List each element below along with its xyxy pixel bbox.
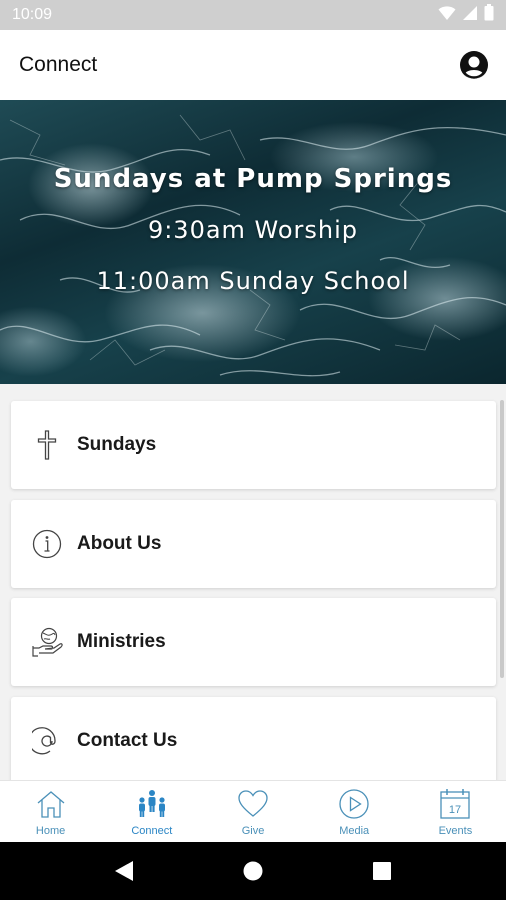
menu-item-sundays[interactable]: Sundays (11, 401, 496, 489)
at-sign-icon (31, 725, 63, 757)
profile-button[interactable] (458, 49, 490, 81)
calendar-icon: 17 (438, 787, 472, 821)
back-triangle-icon (115, 861, 134, 881)
tab-label: Connect (131, 825, 173, 837)
scrollbar[interactable] (500, 400, 504, 678)
menu-item-label: Sundays (77, 434, 157, 455)
menu-item-label: About Us (77, 533, 162, 554)
hand-globe-icon (31, 626, 63, 658)
tab-give[interactable]: Give (202, 781, 303, 842)
tab-events[interactable]: 17 Events (405, 781, 506, 842)
menu-list: Sundays About Us Ministries Contact Us (0, 384, 506, 780)
people-icon (135, 787, 169, 821)
cross-icon (31, 429, 63, 461)
menu-item-ministries[interactable]: Ministries (11, 598, 496, 686)
tab-label: Events (438, 825, 473, 837)
recents-button[interactable] (362, 851, 402, 891)
tab-home[interactable]: Home (0, 781, 101, 842)
calendar-date: 17 (449, 804, 461, 816)
menu-item-label: Contact Us (77, 730, 178, 751)
home-circle-icon (243, 861, 263, 881)
home-icon (34, 787, 68, 821)
tab-media[interactable]: Media (304, 781, 405, 842)
hero-sunday-school-time: 11:00am Sunday School (96, 267, 410, 295)
hero-title: Sundays at Pump Springs (53, 164, 453, 194)
info-icon (31, 528, 63, 560)
status-time: 10:09 (12, 6, 53, 23)
battery-icon (484, 4, 494, 26)
play-icon (337, 787, 371, 821)
screen: 10:09 Connect Sundays at Pump Springs 9:… (0, 0, 506, 900)
system-nav-bar (0, 842, 506, 900)
user-icon (460, 51, 488, 80)
status-icons (438, 4, 494, 26)
bottom-tab-bar: Home Connect Give Media 17 Events (0, 780, 506, 842)
signal-icon (462, 5, 478, 26)
tab-label: Home (35, 825, 66, 837)
menu-item-contact-us[interactable]: Contact Us (11, 697, 496, 780)
hero-worship-time: 9:30am Worship (147, 216, 359, 244)
tab-label: Give (241, 825, 265, 837)
page-title: Connect (19, 53, 98, 76)
hero-banner[interactable]: Sundays at Pump Springs 9:30am Worship 1… (0, 100, 506, 384)
heart-icon (236, 787, 270, 821)
home-button[interactable] (233, 851, 273, 891)
recents-square-icon (372, 862, 391, 880)
tab-connect[interactable]: Connect (101, 781, 202, 842)
back-button[interactable] (104, 851, 144, 891)
app-bar: Connect (0, 30, 506, 100)
wifi-icon (438, 5, 456, 26)
tab-label: Media (339, 825, 370, 837)
status-bar: 10:09 (0, 0, 506, 30)
menu-item-about-us[interactable]: About Us (11, 500, 496, 588)
menu-item-label: Ministries (77, 631, 166, 652)
